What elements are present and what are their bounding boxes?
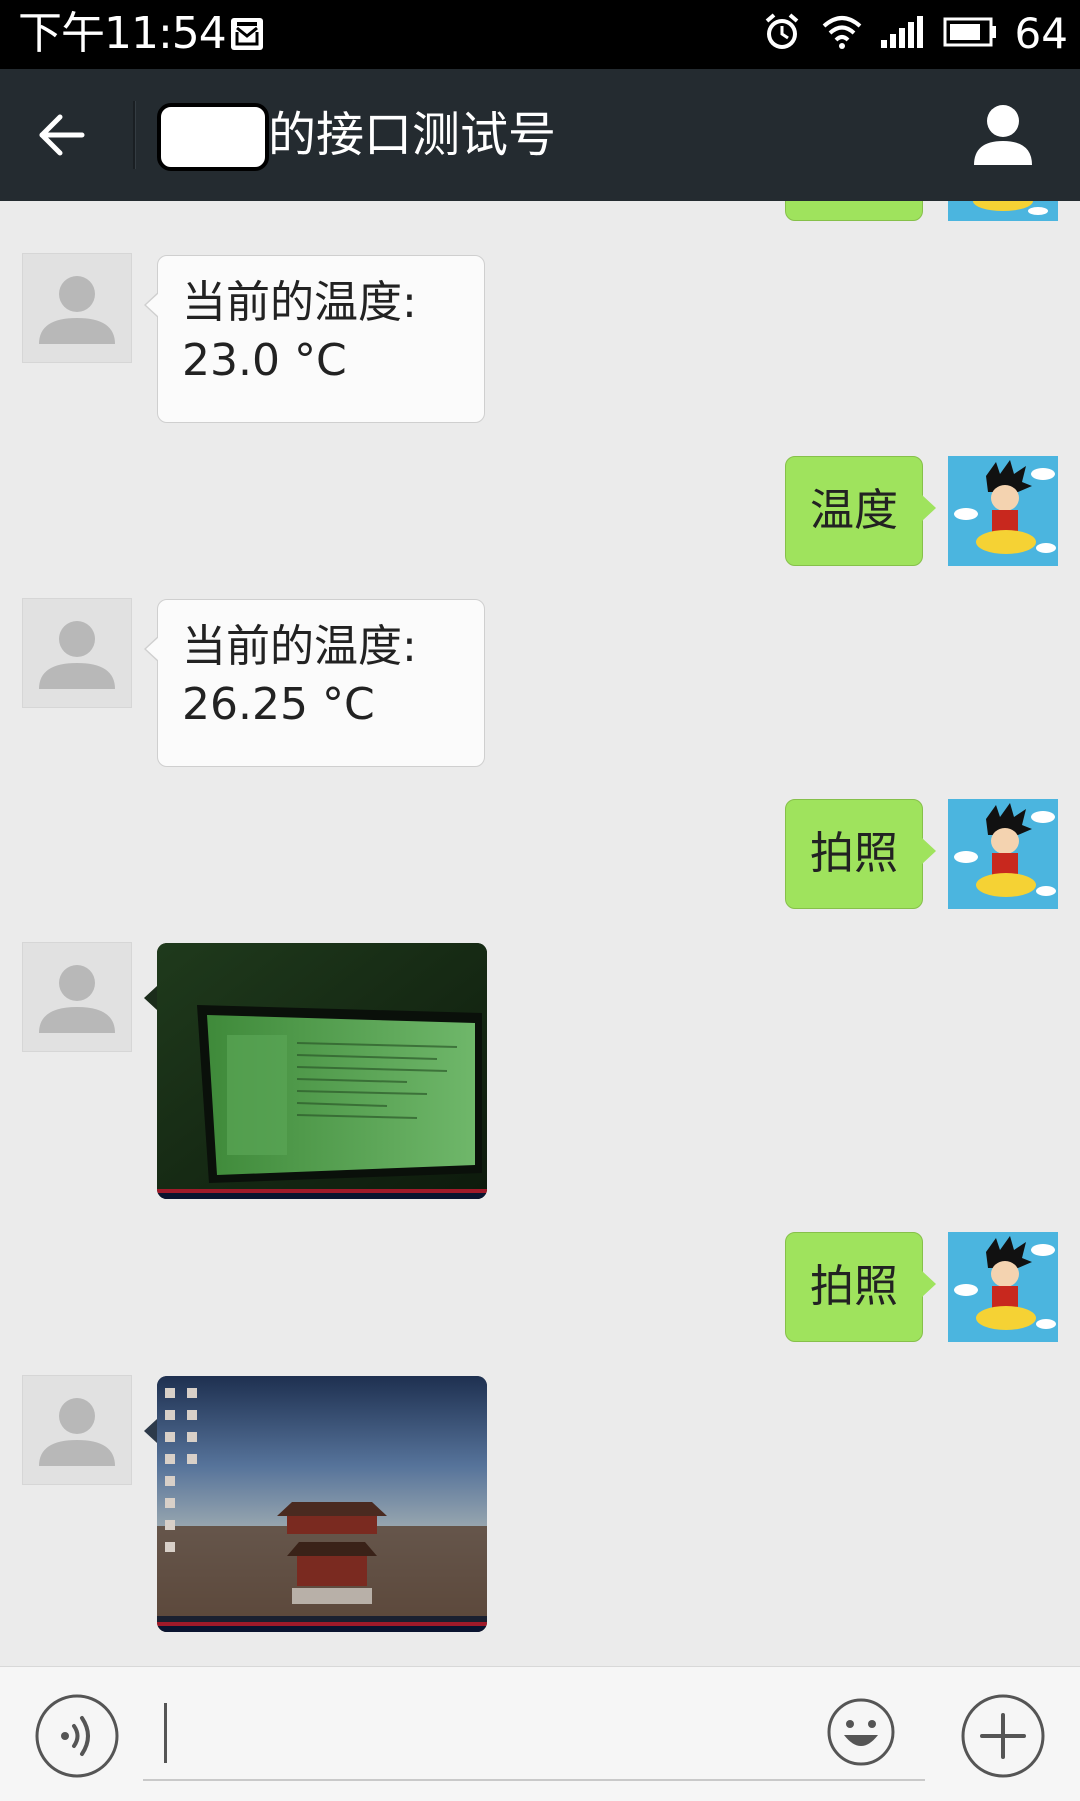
- message-input-bar: [0, 1666, 1080, 1801]
- message-image-photo[interactable]: [157, 943, 487, 1199]
- contact-avatar[interactable]: [22, 942, 132, 1052]
- message-image-photo[interactable]: [157, 1376, 487, 1632]
- cartoon-avatar-icon: [954, 460, 1056, 554]
- emoji-button[interactable]: [826, 1697, 896, 1767]
- cartoon-avatar-icon: [954, 803, 1056, 897]
- message-text: 拍照: [810, 1261, 898, 1312]
- message-bubble-outgoing[interactable]: 温度: [785, 456, 936, 566]
- message-text: 温度: [810, 485, 898, 536]
- user-avatar[interactable]: [948, 799, 1058, 909]
- default-person-icon: [39, 276, 115, 344]
- battery-icon: [943, 17, 997, 51]
- default-person-icon: [39, 1398, 115, 1466]
- default-person-icon: [39, 965, 115, 1033]
- signal-icon: [880, 16, 925, 52]
- cartoon-avatar-icon: [954, 1236, 1056, 1330]
- plus-icon: [961, 1694, 1045, 1778]
- chat-messages[interactable]: 当前的温度: 23.0 °C 温度 当前的温度: 26.25 °C 拍照 拍照: [0, 201, 1080, 1666]
- message-bubble-outgoing[interactable]: 拍照: [785, 799, 936, 909]
- status-time: 下午11:54: [18, 8, 227, 59]
- message-bubble-incoming[interactable]: 当前的温度: 26.25 °C: [144, 599, 485, 767]
- header-divider: [133, 101, 136, 169]
- redacted-name: [157, 103, 269, 171]
- contact-avatar[interactable]: [22, 253, 132, 363]
- chat-header: 的接口测试号: [0, 69, 1080, 201]
- person-icon: [974, 105, 1032, 165]
- message-bubble-outgoing[interactable]: 拍照: [785, 1232, 936, 1342]
- chat-title: 的接口测试号: [268, 107, 557, 163]
- back-button[interactable]: [30, 105, 100, 165]
- message-bubble-partial[interactable]: [785, 201, 923, 221]
- smiley-icon: [827, 1698, 895, 1766]
- photo-laptop-screen: [157, 943, 487, 1199]
- user-avatar[interactable]: [948, 456, 1058, 566]
- user-avatar[interactable]: [948, 1232, 1058, 1342]
- contact-avatar[interactable]: [22, 1375, 132, 1485]
- bubble-tail: [144, 1419, 157, 1443]
- voice-icon: [35, 1694, 119, 1778]
- message-text: 拍照: [810, 828, 898, 879]
- profile-button[interactable]: [968, 99, 1038, 171]
- message-input[interactable]: [143, 1689, 925, 1781]
- message-text-line2: 26.25 °C: [182, 679, 375, 730]
- battery-level: 64: [1014, 9, 1068, 58]
- status-bar: 下午11:54 64: [0, 0, 1080, 69]
- message-text-line2: 23.0 °C: [182, 335, 347, 386]
- photo-desktop-wallpaper: [157, 1376, 487, 1632]
- arrow-left-icon: [39, 114, 85, 156]
- contact-avatar[interactable]: [22, 598, 132, 708]
- message-text-line1: 当前的温度:: [182, 277, 417, 328]
- user-avatar-partial[interactable]: [948, 201, 1058, 221]
- bubble-tail: [144, 986, 157, 1010]
- message-text-line1: 当前的温度:: [182, 621, 417, 672]
- message-bubble-incoming[interactable]: 当前的温度: 23.0 °C: [144, 255, 485, 423]
- wifi-icon: [821, 14, 863, 54]
- default-person-icon: [39, 621, 115, 689]
- voice-button[interactable]: [34, 1693, 120, 1779]
- more-options-button[interactable]: [960, 1693, 1046, 1779]
- alarm-icon: [761, 11, 803, 57]
- notification-icon: [229, 16, 265, 56]
- text-cursor: [164, 1703, 167, 1763]
